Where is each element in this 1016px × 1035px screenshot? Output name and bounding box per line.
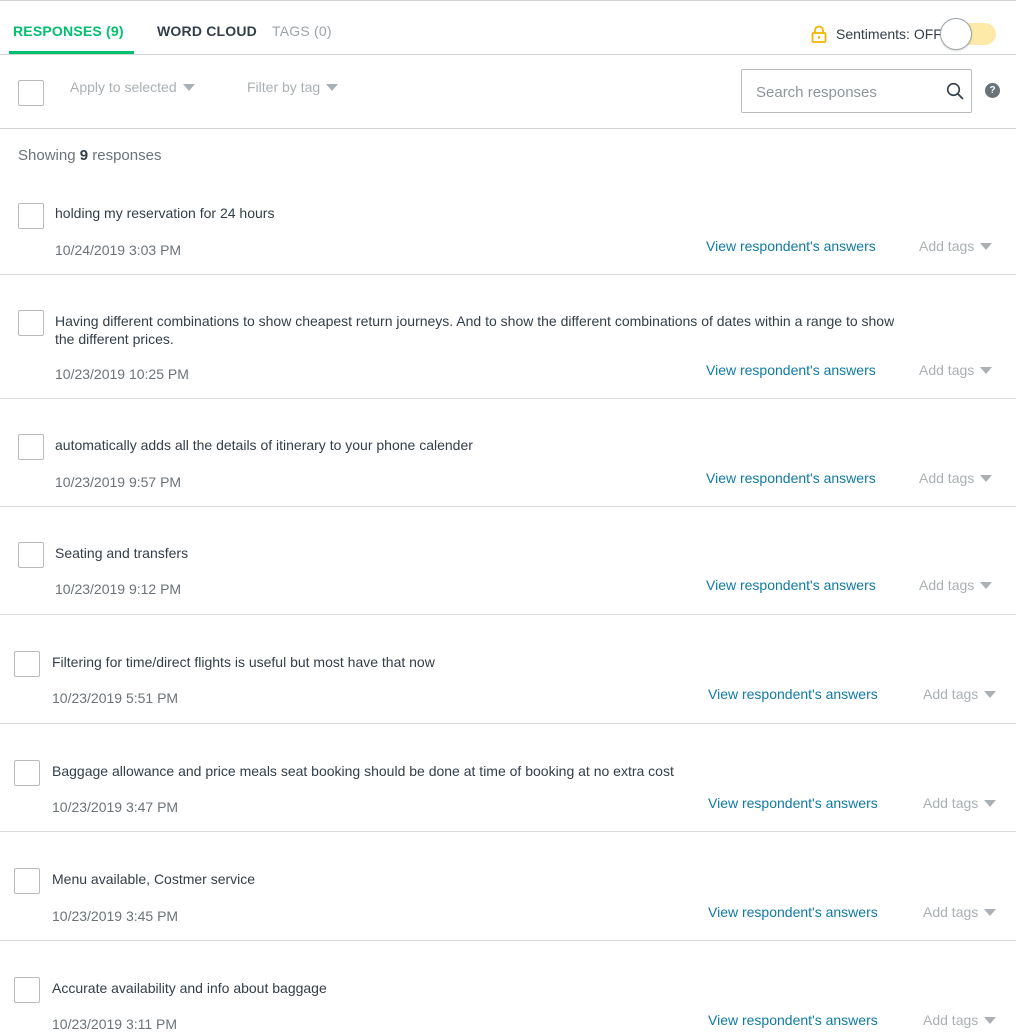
search-box [741, 69, 972, 113]
response-row: Baggage allowance and price meals seat b… [0, 724, 1016, 832]
response-date: 10/23/2019 5:51 PM [52, 690, 179, 706]
response-checkbox[interactable] [14, 760, 40, 786]
add-tags-dropdown[interactable]: Add tags [919, 238, 993, 254]
response-row: Seating and transfers 10/23/2019 9:12 PM V… [0, 507, 1016, 615]
apply-to-selected-label: Apply to selected [70, 79, 177, 95]
active-tab-indicator [9, 51, 134, 54]
add-tags-dropdown[interactable]: Add tags [923, 1012, 997, 1028]
response-date: 10/23/2019 3:47 PM [52, 799, 179, 815]
response-row: Having different combinations to show ch… [0, 275, 1016, 399]
add-tags-label: Add tags [919, 362, 975, 378]
apply-to-selected-dropdown[interactable]: Apply to selected [70, 79, 195, 95]
response-checkbox[interactable] [14, 651, 40, 677]
tab-tags[interactable]: TAGS (0) [272, 23, 332, 39]
showing-count: Showing 9 responses [18, 147, 161, 164]
response-count: 9 [79, 147, 89, 164]
add-tags-dropdown[interactable]: Add tags [923, 904, 997, 920]
add-tags-label: Add tags [919, 470, 975, 486]
response-row: Filtering for time/direct flights is use… [0, 615, 1016, 724]
response-date: 10/23/2019 3:11 PM [52, 1016, 178, 1032]
search-input[interactable] [756, 81, 936, 103]
response-date: 10/23/2019 3:45 PM [52, 908, 179, 924]
toolbar: Apply to selected Filter by tag ? [0, 56, 1016, 129]
response-row: holding my reservation for 24 hours 10/24… [0, 180, 1016, 275]
response-date: 10/24/2019 3:03 PM [55, 242, 182, 258]
add-tags-dropdown[interactable]: Add tags [919, 577, 993, 593]
response-text: Filtering for time/direct flights is use… [52, 654, 435, 670]
response-checkbox[interactable] [14, 977, 40, 1003]
view-respondent-answers-link[interactable]: View respondent's answers [708, 795, 878, 811]
add-tags-dropdown[interactable]: Add tags [923, 686, 997, 702]
showing-prefix: Showing [18, 147, 76, 164]
tab-word-cloud[interactable]: WORD CLOUD [157, 23, 257, 39]
caret-down-icon [984, 691, 997, 698]
caret-down-icon [984, 800, 997, 807]
response-text: automatically adds all the details of it… [55, 437, 473, 453]
showing-suffix: responses [92, 147, 162, 164]
response-text: Menu available, Costmer service [52, 871, 256, 887]
add-tags-label: Add tags [919, 238, 975, 254]
response-date: 10/23/2019 9:57 PM [55, 474, 182, 490]
sentiments-control: Sentiments: OFF [810, 18, 996, 50]
response-text: holding my reservation for 24 hours [55, 205, 275, 221]
view-respondent-answers-link[interactable]: View respondent's answers [706, 238, 876, 254]
filter-by-tag-label: Filter by tag [247, 79, 321, 95]
add-tags-label: Add tags [923, 1012, 979, 1028]
sentiments-label: Sentiments: OFF [836, 26, 942, 42]
add-tags-label: Add tags [919, 577, 975, 593]
response-text: Baggage allowance and price meals seat b… [52, 763, 674, 779]
view-respondent-answers-link[interactable]: View respondent's answers [706, 470, 876, 486]
caret-down-icon [980, 582, 993, 589]
tab-responses[interactable]: RESPONSES (9) [13, 23, 124, 39]
response-row: automatically adds all the details of it… [0, 399, 1016, 507]
response-checkbox[interactable] [18, 542, 44, 568]
response-text: Accurate availability and info about bag… [52, 980, 327, 996]
response-checkbox[interactable] [18, 434, 44, 460]
view-respondent-answers-link[interactable]: View respondent's answers [708, 686, 878, 702]
tabs-bar: RESPONSES (9) WORD CLOUD TAGS (0) Sentim… [0, 1, 1016, 55]
view-respondent-answers-link[interactable]: View respondent's answers [706, 577, 876, 593]
view-respondent-answers-link[interactable]: View respondent's answers [708, 1012, 878, 1028]
response-date: 10/23/2019 9:12 PM [55, 581, 182, 597]
caret-down-icon [980, 243, 993, 250]
lock-icon [811, 25, 827, 43]
view-respondent-answers-link[interactable]: View respondent's answers [708, 904, 878, 920]
response-text: Having different combinations to show ch… [55, 313, 895, 347]
add-tags-label: Add tags [923, 686, 979, 702]
add-tags-dropdown[interactable]: Add tags [919, 470, 993, 486]
add-tags-label: Add tags [923, 904, 979, 920]
caret-down-icon [980, 475, 993, 482]
response-row: Menu available, Costmer service 10/23/201… [0, 832, 1016, 941]
caret-down-icon [182, 84, 195, 91]
response-text: Seating and transfers [55, 545, 189, 561]
filter-by-tag-dropdown[interactable]: Filter by tag [247, 79, 339, 95]
response-checkbox[interactable] [18, 310, 44, 336]
response-checkbox[interactable] [18, 203, 44, 229]
add-tags-dropdown[interactable]: Add tags [923, 795, 997, 811]
sentiments-toggle[interactable] [939, 18, 996, 50]
response-date: 10/23/2019 10:25 PM [55, 366, 189, 382]
caret-down-icon [984, 909, 997, 916]
caret-down-icon [326, 84, 339, 91]
add-tags-label: Add tags [923, 795, 979, 811]
caret-down-icon [984, 1017, 997, 1024]
search-icon[interactable] [946, 82, 964, 100]
help-icon[interactable]: ? [985, 83, 1000, 98]
caret-down-icon [980, 367, 993, 374]
view-respondent-answers-link[interactable]: View respondent's answers [706, 362, 876, 378]
response-checkbox[interactable] [14, 868, 40, 894]
add-tags-dropdown[interactable]: Add tags [919, 362, 993, 378]
response-row: Accurate availability and info about bag… [0, 941, 1016, 1035]
toggle-knob [939, 18, 972, 50]
select-all-checkbox[interactable] [18, 80, 44, 106]
